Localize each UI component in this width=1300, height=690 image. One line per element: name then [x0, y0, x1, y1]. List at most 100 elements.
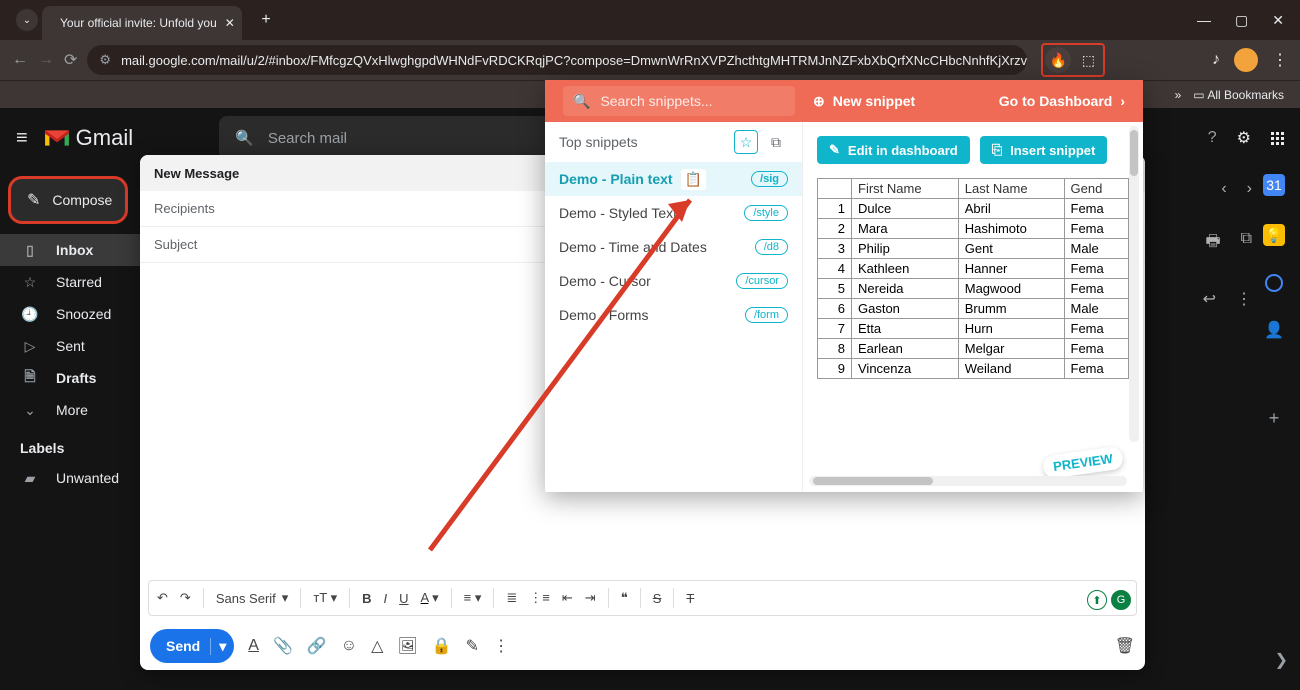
- redo-icon[interactable]: ↷: [180, 590, 191, 606]
- favorites-filter-icon[interactable]: ☆: [734, 130, 758, 154]
- support-icon[interactable]: ?: [1208, 129, 1217, 147]
- pencil-icon: ✎: [27, 190, 40, 210]
- align-icon[interactable]: ≡ ▾: [464, 590, 482, 606]
- insert-emoji-icon[interactable]: ☺: [341, 637, 357, 655]
- tab-search-button[interactable]: ⌄: [16, 9, 38, 31]
- ext-horizontal-scrollbar[interactable]: [809, 476, 1127, 486]
- ext-search-input[interactable]: 🔍 Search snippets...: [563, 86, 795, 116]
- copy-snippet-icon[interactable]: 📋: [681, 169, 706, 190]
- formatting-toggle-icon[interactable]: A: [248, 637, 259, 655]
- sidebar-label: Inbox: [56, 242, 93, 258]
- gmail-search-input[interactable]: 🔍 Search mail: [219, 116, 579, 160]
- reload-button[interactable]: ⟳: [64, 50, 77, 70]
- forward-button[interactable]: →: [38, 51, 54, 69]
- snippet-shortcut-tag: /cursor: [736, 273, 788, 289]
- reply-icon[interactable]: ↩: [1203, 289, 1216, 309]
- compose-button[interactable]: ✎ Compose: [8, 176, 128, 224]
- google-apps-icon[interactable]: [1271, 132, 1284, 145]
- bold-icon[interactable]: B: [362, 591, 371, 606]
- contacts-addon-icon[interactable]: 👤: [1264, 320, 1284, 340]
- insert-drive-icon[interactable]: △: [371, 636, 383, 656]
- print-icon[interactable]: 🖶: [1205, 230, 1220, 257]
- snippet-shortcut-tag: /sig: [751, 171, 788, 187]
- address-bar[interactable]: ⚙ mail.google.com/mail/u/2/#inbox/FMfcgz…: [87, 45, 1027, 75]
- collapse-rail-icon[interactable]: ❯: [1275, 650, 1288, 670]
- go-to-dashboard-button[interactable]: Go to Dashboard ›: [999, 93, 1125, 109]
- italic-icon[interactable]: I: [384, 591, 388, 606]
- edit-in-dashboard-button[interactable]: ✎Edit in dashboard: [817, 136, 970, 164]
- numbered-list-icon[interactable]: ≣: [506, 590, 517, 606]
- sidebar-icon: ⌄: [20, 402, 40, 419]
- insert-link-icon[interactable]: 🔗: [307, 636, 327, 656]
- extensions-menu-icon[interactable]: ⬚: [1075, 47, 1101, 73]
- prev-message-icon[interactable]: ‹: [1221, 180, 1226, 198]
- get-addons-icon[interactable]: +: [1269, 408, 1280, 429]
- insert-photo-icon[interactable]: 🖼: [397, 636, 417, 656]
- snippet-item[interactable]: Demo - Forms/form: [545, 298, 802, 332]
- settings-gear-icon[interactable]: ⚙: [1237, 128, 1251, 148]
- bulleted-list-icon[interactable]: ⋮≡: [529, 590, 550, 606]
- snippet-item[interactable]: Demo - Styled Text/style: [545, 196, 802, 230]
- tab-close-icon[interactable]: ✕: [225, 16, 235, 30]
- table-header: Gend: [1064, 179, 1128, 199]
- signature-icon[interactable]: ✎: [466, 636, 479, 656]
- indent-more-icon[interactable]: ⇥: [585, 590, 596, 606]
- snippet-shortcut-tag: /form: [745, 307, 788, 323]
- ext-header: 🔍 Search snippets... ⊕ New snippet Go to…: [545, 80, 1143, 122]
- text-color-icon[interactable]: A ▾: [421, 590, 439, 606]
- font-selector[interactable]: Sans Serif ▾: [216, 590, 289, 606]
- bookmarks-overflow-icon[interactable]: »: [1175, 88, 1182, 102]
- keep-addon-icon[interactable]: 💡: [1263, 224, 1285, 246]
- table-row: 9VincenzaWeilandFema: [818, 359, 1129, 379]
- tasks-addon-icon[interactable]: [1265, 274, 1283, 292]
- window-controls: — ▢ ✕: [1197, 12, 1292, 29]
- browser-tab[interactable]: Your official invite: Unfold you ✕: [42, 6, 242, 40]
- close-window-button[interactable]: ✕: [1272, 12, 1284, 29]
- main-menu-icon[interactable]: ≡: [16, 127, 28, 150]
- snippet-item[interactable]: Demo - Cursor/cursor: [545, 264, 802, 298]
- font-size-icon[interactable]: ᴛT ▾: [313, 590, 337, 606]
- maximize-button[interactable]: ▢: [1235, 12, 1248, 29]
- snippet-item[interactable]: Demo - Plain text📋/sig: [545, 162, 802, 196]
- underline-icon[interactable]: U: [399, 591, 408, 606]
- addon-badge-1[interactable]: ⬆: [1087, 590, 1107, 610]
- all-bookmarks-button[interactable]: ▭ All Bookmarks: [1193, 88, 1284, 102]
- compose-addon-badges: ⬆ G: [1087, 590, 1131, 610]
- remove-formatting-icon[interactable]: T: [686, 591, 694, 606]
- calendar-addon-icon[interactable]: 31: [1263, 174, 1285, 196]
- site-settings-icon[interactable]: ⚙: [99, 52, 111, 68]
- strikethrough-icon[interactable]: S: [653, 591, 662, 606]
- attach-file-icon[interactable]: 📎: [273, 636, 293, 656]
- open-new-icon[interactable]: ⧉: [1241, 230, 1252, 257]
- snippet-list-header: Top snippets ☆ ⧉: [545, 122, 802, 162]
- send-button[interactable]: Send▾: [150, 629, 234, 663]
- minimize-button[interactable]: —: [1197, 12, 1211, 29]
- tab-title: Your official invite: Unfold you: [60, 16, 217, 30]
- confidential-mode-icon[interactable]: 🔒: [432, 636, 452, 656]
- new-tab-button[interactable]: +: [252, 6, 280, 34]
- discard-draft-icon[interactable]: 🗑: [1115, 636, 1135, 656]
- label-text: Unwanted: [56, 470, 119, 486]
- addon-badge-2[interactable]: G: [1111, 590, 1131, 610]
- ext-vertical-scrollbar[interactable]: [1129, 126, 1139, 442]
- undo-icon[interactable]: ↶: [157, 590, 168, 606]
- search-icon: 🔍: [573, 93, 590, 110]
- next-message-icon[interactable]: ›: [1247, 180, 1252, 198]
- media-control-icon[interactable]: ♪: [1212, 51, 1220, 69]
- more-options-icon[interactable]: ⋮: [493, 636, 509, 656]
- extension-icon[interactable]: 🔥: [1045, 47, 1071, 73]
- more-actions-icon[interactable]: ⋮: [1236, 289, 1252, 309]
- new-snippet-button[interactable]: ⊕ New snippet: [813, 93, 915, 110]
- send-options-icon[interactable]: ▾: [210, 638, 226, 655]
- insert-snippet-button[interactable]: ⎘Insert snippet: [980, 136, 1108, 164]
- table-header: [818, 179, 852, 199]
- quote-icon[interactable]: ❝: [621, 590, 628, 606]
- profile-avatar[interactable]: [1234, 48, 1258, 72]
- sidebar-label: Drafts: [56, 370, 96, 386]
- chrome-menu-icon[interactable]: ⋮: [1272, 50, 1288, 70]
- gmail-logo[interactable]: Gmail: [44, 125, 133, 151]
- snippet-item[interactable]: Demo - Time and Dates/d8: [545, 230, 802, 264]
- back-button[interactable]: ←: [12, 51, 28, 69]
- copy-all-icon[interactable]: ⧉: [764, 130, 788, 154]
- indent-less-icon[interactable]: ⇤: [562, 590, 573, 606]
